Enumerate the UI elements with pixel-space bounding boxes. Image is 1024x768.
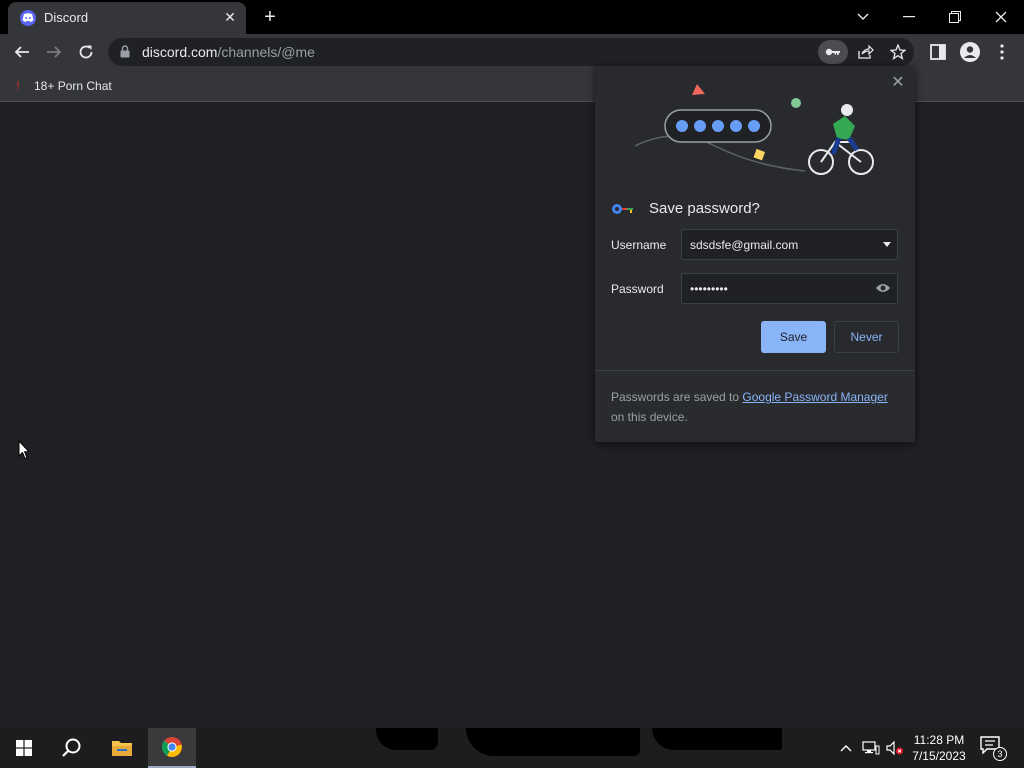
- tab-close-icon[interactable]: ✕: [222, 9, 238, 25]
- minimize-button[interactable]: [886, 0, 932, 34]
- discord-icon: [20, 10, 36, 26]
- show-hidden-icons-chevron-icon[interactable]: [836, 728, 856, 768]
- url-host: discord.com: [142, 44, 218, 60]
- dialog-title: Save password?: [649, 200, 760, 217]
- username-select[interactable]: sdsdsfe@gmail.com: [681, 229, 898, 260]
- bookmark-label: 18+ Porn Chat: [34, 79, 112, 93]
- title-bar: Discord ✕ +: [0, 0, 1024, 34]
- dialog-heading: Save password?: [611, 200, 760, 217]
- bookmark-star-icon[interactable]: [884, 38, 912, 66]
- dropdown-arrow-icon[interactable]: [883, 242, 891, 247]
- show-password-eye-icon[interactable]: [875, 282, 891, 297]
- password-value: •••••••••: [690, 282, 728, 296]
- volume-muted-icon[interactable]: [884, 728, 906, 768]
- windows-start-icon[interactable]: [0, 728, 48, 768]
- network-icon[interactable]: [860, 728, 882, 768]
- password-label: Password: [611, 282, 664, 296]
- tab-title: Discord: [44, 10, 89, 25]
- google-key-icon: [612, 203, 633, 214]
- close-window-button[interactable]: [978, 0, 1024, 34]
- notification-center-icon[interactable]: 3: [980, 736, 1007, 761]
- password-illustration: [634, 84, 874, 175]
- url-text: discord.com/channels/@me: [142, 44, 315, 60]
- search-icon[interactable]: [48, 728, 96, 768]
- password-manager-link[interactable]: Google Password Manager: [742, 390, 887, 404]
- tab-search-chevron-icon[interactable]: [840, 0, 886, 34]
- password-key-icon[interactable]: [818, 40, 848, 64]
- back-button[interactable]: [8, 38, 36, 66]
- clock-time: 11:28 PM: [913, 733, 965, 747]
- username-value: sdsdsfe@gmail.com: [690, 238, 799, 252]
- forward-button[interactable]: [40, 38, 68, 66]
- share-icon[interactable]: [852, 38, 880, 66]
- file-explorer-icon[interactable]: [98, 728, 146, 768]
- address-bar[interactable]: discord.com/channels/@me: [108, 38, 914, 66]
- notification-count-badge: 3: [993, 747, 1007, 761]
- profile-avatar-icon[interactable]: [956, 38, 984, 66]
- redacted-area: [376, 728, 438, 750]
- redacted-area: [466, 728, 640, 756]
- lock-icon[interactable]: [120, 45, 130, 63]
- reload-button[interactable]: [72, 38, 100, 66]
- taskbar: 11:28 PM 7/15/2023 3: [0, 728, 1024, 768]
- restore-button[interactable]: [932, 0, 978, 34]
- save-button[interactable]: Save: [761, 321, 826, 353]
- new-tab-button[interactable]: +: [258, 5, 282, 29]
- bookmark-favicon-icon: !: [16, 79, 20, 93]
- mouse-cursor-icon: [18, 439, 31, 465]
- side-panel-icon[interactable]: [924, 38, 952, 66]
- redacted-area: [652, 728, 782, 750]
- menu-kebab-icon[interactable]: [988, 38, 1016, 66]
- dialog-footer: Passwords are saved to Google Password M…: [595, 370, 915, 442]
- footer-text-suffix: on this device.: [611, 410, 688, 424]
- never-button[interactable]: Never: [834, 321, 899, 353]
- clock-date: 7/15/2023: [912, 749, 966, 763]
- url-path: /channels/@me: [217, 44, 315, 60]
- password-field[interactable]: •••••••••: [681, 273, 898, 304]
- footer-text-prefix: Passwords are saved to: [611, 390, 743, 404]
- save-password-dialog: ✕ Save password? Username sdsdsfe@gmail.…: [595, 66, 915, 442]
- bookmark-item[interactable]: ! 18+ Porn Chat: [10, 76, 112, 96]
- tab-discord[interactable]: Discord ✕: [8, 2, 246, 34]
- screen: Discord ✕ + discord.com/channels/@me ! 1…: [0, 0, 1024, 768]
- chrome-taskbar-icon[interactable]: [148, 728, 196, 768]
- username-label: Username: [611, 238, 667, 252]
- dialog-close-icon[interactable]: ✕: [889, 74, 907, 92]
- system-clock[interactable]: 11:28 PM 7/15/2023: [906, 732, 972, 764]
